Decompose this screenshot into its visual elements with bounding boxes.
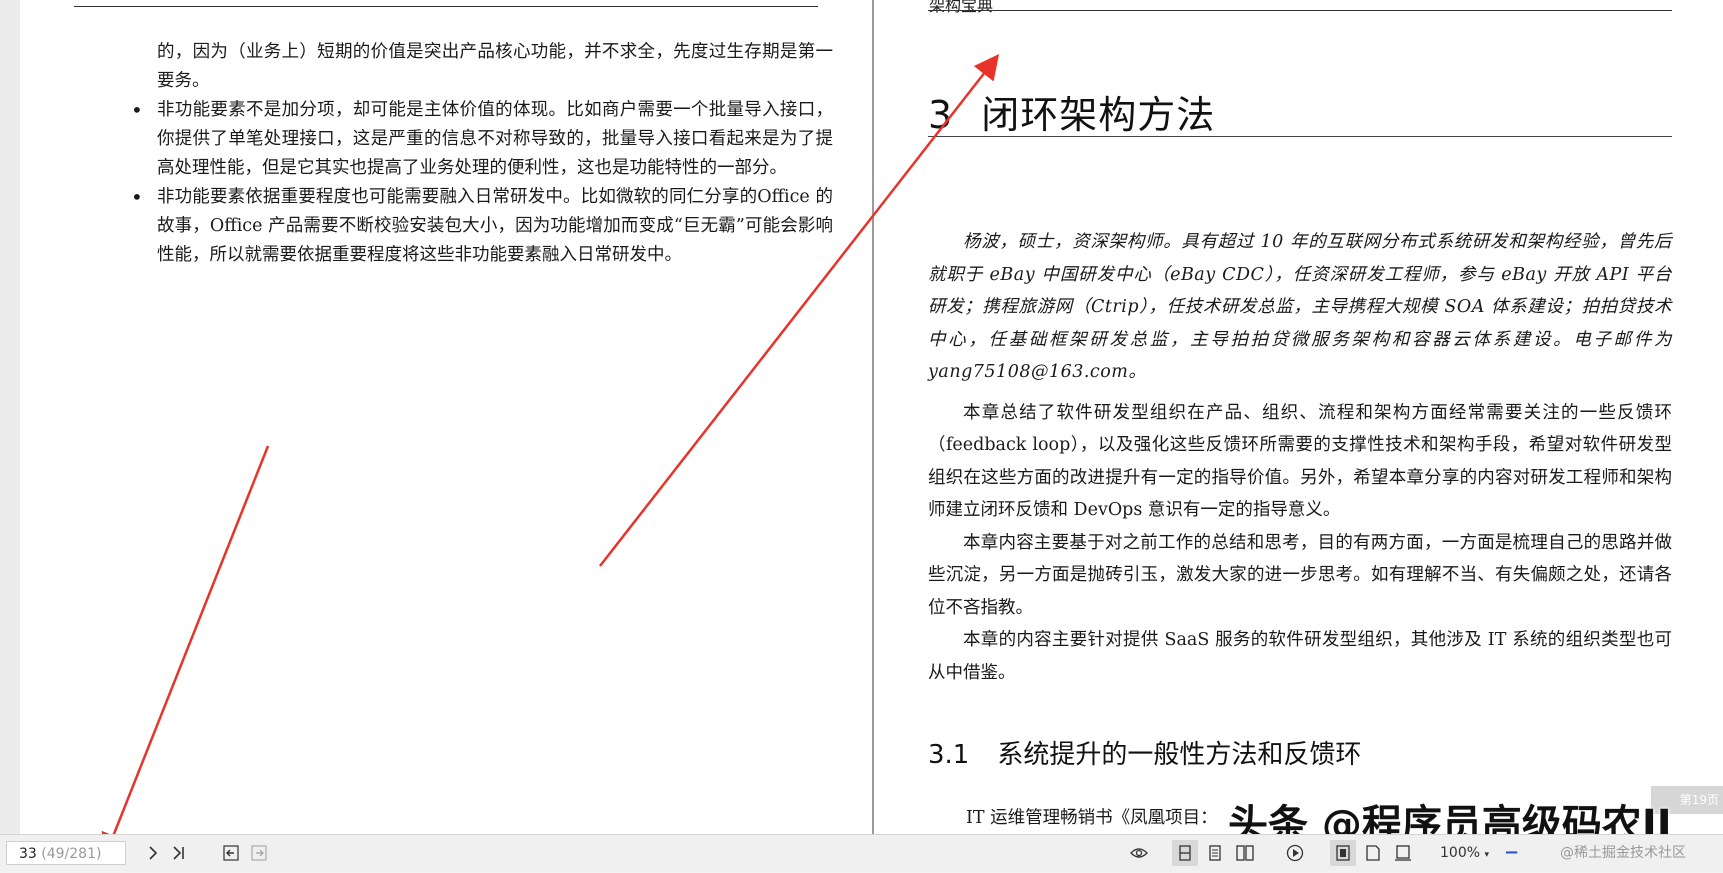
chevron-right-icon [149,846,158,860]
next-page-button[interactable] [140,840,166,866]
current-page: 33 [19,846,37,862]
page-number-input[interactable]: 33 (49/281) [6,841,126,865]
left-page-text: 的，因为（业务上）短期的价值是突出产品核心功能，并不求全，先度过生存期是第一要务… [131,38,833,270]
left-page: 的，因为（业务上）短期的价值是突出产品核心功能，并不求全，先度过生存期是第一要务… [20,0,872,834]
back-arrow-icon [223,845,239,861]
last-page-icon [173,846,184,860]
bottom-toolbar: 33 (49/281) 100% ▾ − @稀土掘金技术社区 [0,834,1723,871]
section-title: 3.1 系统提升的一般性方法和反馈环 [928,734,1361,771]
actual-size-button[interactable] [1390,840,1416,866]
watermark: 头条 @程序员高级码农II [1228,802,1672,834]
section-number: 3.1 [928,740,970,770]
chapter-number: 3 [928,93,954,137]
bullet-list: 非功能要素不是加分项，却可能是主体价值的体现。比如商户需要一个批量导入接口，你提… [131,96,833,270]
fit-page-button[interactable] [1330,840,1356,866]
section-body: IT 运维管理畅销书《凤凰项目： [966,808,1218,828]
last-page-button[interactable] [166,840,192,866]
chapter-title: 3 闭环架构方法 [928,84,1215,139]
chapter-title-text: 闭环架构方法 [981,93,1216,137]
zoom-level[interactable]: 100% ▾ [1440,835,1489,871]
continuous-page-button[interactable] [1202,840,1228,866]
section-title-text: 系统提升的一般性方法和反馈环 [997,740,1362,770]
fit-width-icon [1366,845,1380,861]
chevron-down-icon: ▾ [1484,850,1490,860]
zoom-value: 100% [1440,845,1481,861]
running-head: 架构宝典 [929,0,994,15]
fit-page-icon [1336,845,1350,861]
book-icon [1236,845,1254,861]
play-icon [1286,844,1304,862]
body-paragraph: 本章总结了软件研发型组织在产品、组织、流程和架构方面经常需要关注的一些反馈环（f… [928,402,1672,521]
body-paragraph: 本章内容主要基于对之前工作的总结和思考，目的有两方面，一方面是梳理自己的思路并做… [928,532,1672,618]
author-bio: 杨波，硕士，资深架构师。具有超过 10 年的互联网分布式系统研发和架构经验，曾先… [928,232,1672,382]
continuation-paragraph: 的，因为（业务上）短期的价值是突出产品核心功能，并不求全，先度过生存期是第一要务… [157,42,833,91]
actual-size-icon [1395,845,1411,861]
header-rule-left [74,6,818,7]
slideshow-button[interactable] [1282,840,1308,866]
document-icon [1209,845,1221,861]
zoom-out-button[interactable]: − [1504,835,1519,871]
body-paragraph: 本章的内容主要针对提供 SaaS 服务的软件研发型组织，其他涉及 IT 系统的组… [928,630,1672,683]
forward-arrow-icon [251,845,267,861]
fit-width-button[interactable] [1360,840,1386,866]
double-page-button[interactable] [1232,840,1258,866]
header-rule-right [928,10,1672,11]
community-watermark: @稀土掘金技术社区 [1560,845,1686,861]
right-page-text: 杨波，硕士，资深架构师。具有超过 10 年的互联网分布式系统研发和架构经验，曾先… [928,226,1672,689]
document-viewport[interactable]: 的，因为（业务上）短期的价值是突出产品核心功能，并不求全，先度过生存期是第一要务… [0,0,1723,834]
back-button[interactable] [218,840,244,866]
single-page-button[interactable] [1172,840,1198,866]
right-page: 架构宝典 3 闭环架构方法 杨波，硕士，资深架构师。具有超过 10 年的互联网分布… [874,0,1723,834]
reading-mode-button[interactable] [1126,840,1152,866]
single-page-icon [1179,845,1191,861]
bullet-item: 非功能要素不是加分项，却可能是主体价值的体现。比如商户需要一个批量导入接口，你提… [131,96,833,183]
bullet-item: 非功能要素依据重要程度也可能需要融入日常研发中。比如微软的同仁分享的Office… [131,183,833,270]
chapter-rule [928,136,1672,137]
page-total: (49/281) [41,846,102,862]
eye-icon [1130,848,1148,858]
forward-button[interactable] [246,840,272,866]
